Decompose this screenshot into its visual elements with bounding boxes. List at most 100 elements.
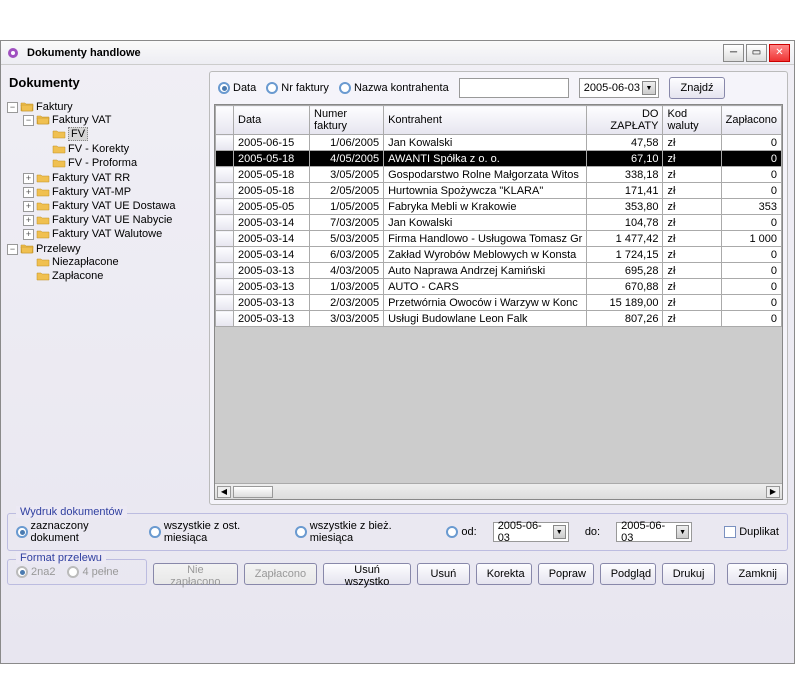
scroll-right-icon[interactable]: ▶ <box>766 486 780 498</box>
radio-ost-miesiaca[interactable]: wszystkie z ost. miesiąca <box>149 520 279 544</box>
table-row[interactable]: 2005-05-051/05/2005Fabryka Mebli w Krako… <box>216 199 782 215</box>
maximize-button[interactable]: ▭ <box>746 44 767 62</box>
row-gutter <box>216 167 234 183</box>
body: Dokumenty − Faktury <box>1 65 794 661</box>
chevron-down-icon[interactable]: ▼ <box>642 81 656 95</box>
col-numer[interactable]: Numer faktury <box>310 106 384 135</box>
usun-button[interactable]: Usuń <box>417 563 470 585</box>
col-data[interactable]: Data <box>234 106 310 135</box>
close-button[interactable]: ✕ <box>769 44 790 62</box>
niezaplacono-button[interactable]: Nie zapłacono <box>153 563 238 585</box>
radio-4pelne[interactable]: 4 pełne <box>67 566 118 578</box>
cell-kwota: 67,10 <box>587 151 663 167</box>
grid-empty-area <box>215 327 782 500</box>
collapse-icon[interactable]: − <box>23 115 34 126</box>
korekta-button[interactable]: Korekta <box>476 563 532 585</box>
expand-icon[interactable]: + <box>23 173 34 184</box>
tree-faktury-vat-mp[interactable]: +Faktury VAT-MP <box>23 186 203 198</box>
podglad-button[interactable]: Podgląd <box>600 563 656 585</box>
tree-label: Przelewy <box>36 243 81 255</box>
col-kodwaluty[interactable]: Kod waluty <box>663 106 721 135</box>
table-row[interactable]: 2005-03-131/03/2005AUTO - CARS670,88zł0 <box>216 279 782 295</box>
drukuj-button[interactable]: Drukuj <box>662 563 716 585</box>
tree-przelewy[interactable]: − Przelewy <box>7 243 203 255</box>
radio-nazwa-kontrahenta[interactable]: Nazwa kontrahenta <box>339 82 449 94</box>
tree-zaplacone[interactable]: Zapłacone <box>23 270 203 282</box>
left-pane: Dokumenty − Faktury <box>7 71 203 505</box>
radio-zaznaczony[interactable]: zaznaczony dokument <box>16 520 133 544</box>
tree-fv[interactable]: FV <box>39 127 203 141</box>
table-row[interactable]: 2005-05-182/05/2005Hurtownia Spożywcza "… <box>216 183 782 199</box>
tree-faktury-vat-ue-nabycie[interactable]: +Faktury VAT UE Nabycie <box>23 214 203 226</box>
print-date-from[interactable]: 2005-06-03▼ <box>493 522 569 542</box>
grid[interactable]: Data Numer faktury Kontrahent DO ZAPŁATY… <box>214 104 783 500</box>
tree-niezaplacone[interactable]: Niezapłacone <box>23 256 203 268</box>
chevron-down-icon[interactable]: ▼ <box>676 525 689 539</box>
cell-zap: 0 <box>721 151 781 167</box>
expand-icon[interactable]: + <box>23 229 34 240</box>
table-row[interactable]: 2005-03-147/03/2005Jan Kowalski104,78zł0 <box>216 215 782 231</box>
radio-od[interactable]: od: <box>446 526 476 538</box>
zamknij-button[interactable]: Zamknij <box>727 563 788 585</box>
radio-2na2[interactable]: 2na2 <box>16 566 55 578</box>
chevron-down-icon[interactable]: ▼ <box>553 525 566 539</box>
table-row[interactable]: 2005-06-151/06/2005Jan Kowalski47,58zł0 <box>216 135 782 151</box>
table-row[interactable]: ▶2005-05-184/05/2005AWANTI Spółka z o. o… <box>216 151 782 167</box>
collapse-icon[interactable]: − <box>7 244 18 255</box>
expand-icon[interactable]: + <box>23 215 34 226</box>
folder-closed-icon <box>36 214 50 226</box>
expand-icon[interactable]: + <box>23 201 34 212</box>
folder-closed-icon <box>52 143 66 155</box>
table-row[interactable]: 2005-05-183/05/2005Gospodarstwo Rolne Ma… <box>216 167 782 183</box>
tree-faktury-vat-walutowe[interactable]: +Faktury VAT Walutowe <box>23 228 203 240</box>
table-row[interactable]: 2005-03-132/03/2005Przetwórnia Owoców i … <box>216 295 782 311</box>
tree-faktury-vat[interactable]: − Faktury VAT <box>23 114 203 126</box>
cell-kontr: Firma Handlowo - Usługowa Tomasz Gr <box>384 231 587 247</box>
cell-kontr: AUTO - CARS <box>384 279 587 295</box>
cell-zap: 0 <box>721 311 781 327</box>
scroll-thumb[interactable] <box>233 486 273 498</box>
minimize-button[interactable]: ─ <box>723 44 744 62</box>
search-date-input[interactable]: 2005-06-03▼ <box>579 78 659 98</box>
row-gutter <box>216 231 234 247</box>
tree-faktury-vat-ue-dostawa[interactable]: +Faktury VAT UE Dostawa <box>23 200 203 212</box>
zaplacono-button[interactable]: Zapłacono <box>244 563 317 585</box>
find-button[interactable]: Znajdź <box>669 77 725 99</box>
table-row[interactable]: 2005-03-146/03/2005Zakład Wyrobów Meblow… <box>216 247 782 263</box>
tree-fv-proforma[interactable]: FV - Proforma <box>39 157 203 169</box>
cell-kontr: AWANTI Spółka z o. o. <box>384 151 587 167</box>
expand-icon[interactable]: + <box>23 187 34 198</box>
tree-faktury-vat-rr[interactable]: +Faktury VAT RR <box>23 172 203 184</box>
scroll-left-icon[interactable]: ◀ <box>217 486 231 498</box>
tree-fv-korekty[interactable]: FV - Korekty <box>39 143 203 155</box>
col-zaplacono[interactable]: Zapłacono <box>721 106 781 135</box>
search-input[interactable] <box>459 78 569 98</box>
window-title: Dokumenty handlowe <box>27 47 723 59</box>
tree[interactable]: − Faktury − Faktury VAT <box>7 100 203 505</box>
cell-kw: zł <box>663 263 721 279</box>
cell-zap: 0 <box>721 135 781 151</box>
cell-kw: zł <box>663 183 721 199</box>
cell-kontr: Zakład Wyrobów Meblowych w Konsta <box>384 247 587 263</box>
date-value: 2005-06-03 <box>584 82 640 94</box>
table-row[interactable]: 2005-03-134/03/2005Auto Naprawa Andrzej … <box>216 263 782 279</box>
table-row[interactable]: 2005-03-145/03/2005Firma Handlowo - Usłu… <box>216 231 782 247</box>
col-dozaplaty[interactable]: DO ZAPŁATY <box>587 106 663 135</box>
tree-faktury[interactable]: − Faktury <box>7 101 203 113</box>
radio-biez-miesiaca[interactable]: wszystkie z bież. miesiąca <box>295 520 430 544</box>
folder-open-icon <box>20 101 34 113</box>
cell-data: 2005-05-05 <box>234 199 310 215</box>
print-date-to[interactable]: 2005-06-03▼ <box>616 522 692 542</box>
collapse-icon[interactable]: − <box>7 102 18 113</box>
table-row[interactable]: 2005-03-133/03/2005Usługi Budowlane Leon… <box>216 311 782 327</box>
cell-data: 2005-05-18 <box>234 183 310 199</box>
radio-nr-faktury[interactable]: Nr faktury <box>266 82 329 94</box>
row-gutter <box>216 183 234 199</box>
folder-closed-icon <box>52 128 66 140</box>
radio-data[interactable]: Data <box>218 82 256 94</box>
usun-wszystko-button[interactable]: Usuń wszystko <box>323 563 411 585</box>
checkbox-duplikat[interactable]: Duplikat <box>724 526 779 538</box>
horizontal-scrollbar[interactable]: ◀ ▶ <box>215 483 782 499</box>
col-kontrahent[interactable]: Kontrahent <box>384 106 587 135</box>
popraw-button[interactable]: Popraw <box>538 563 594 585</box>
